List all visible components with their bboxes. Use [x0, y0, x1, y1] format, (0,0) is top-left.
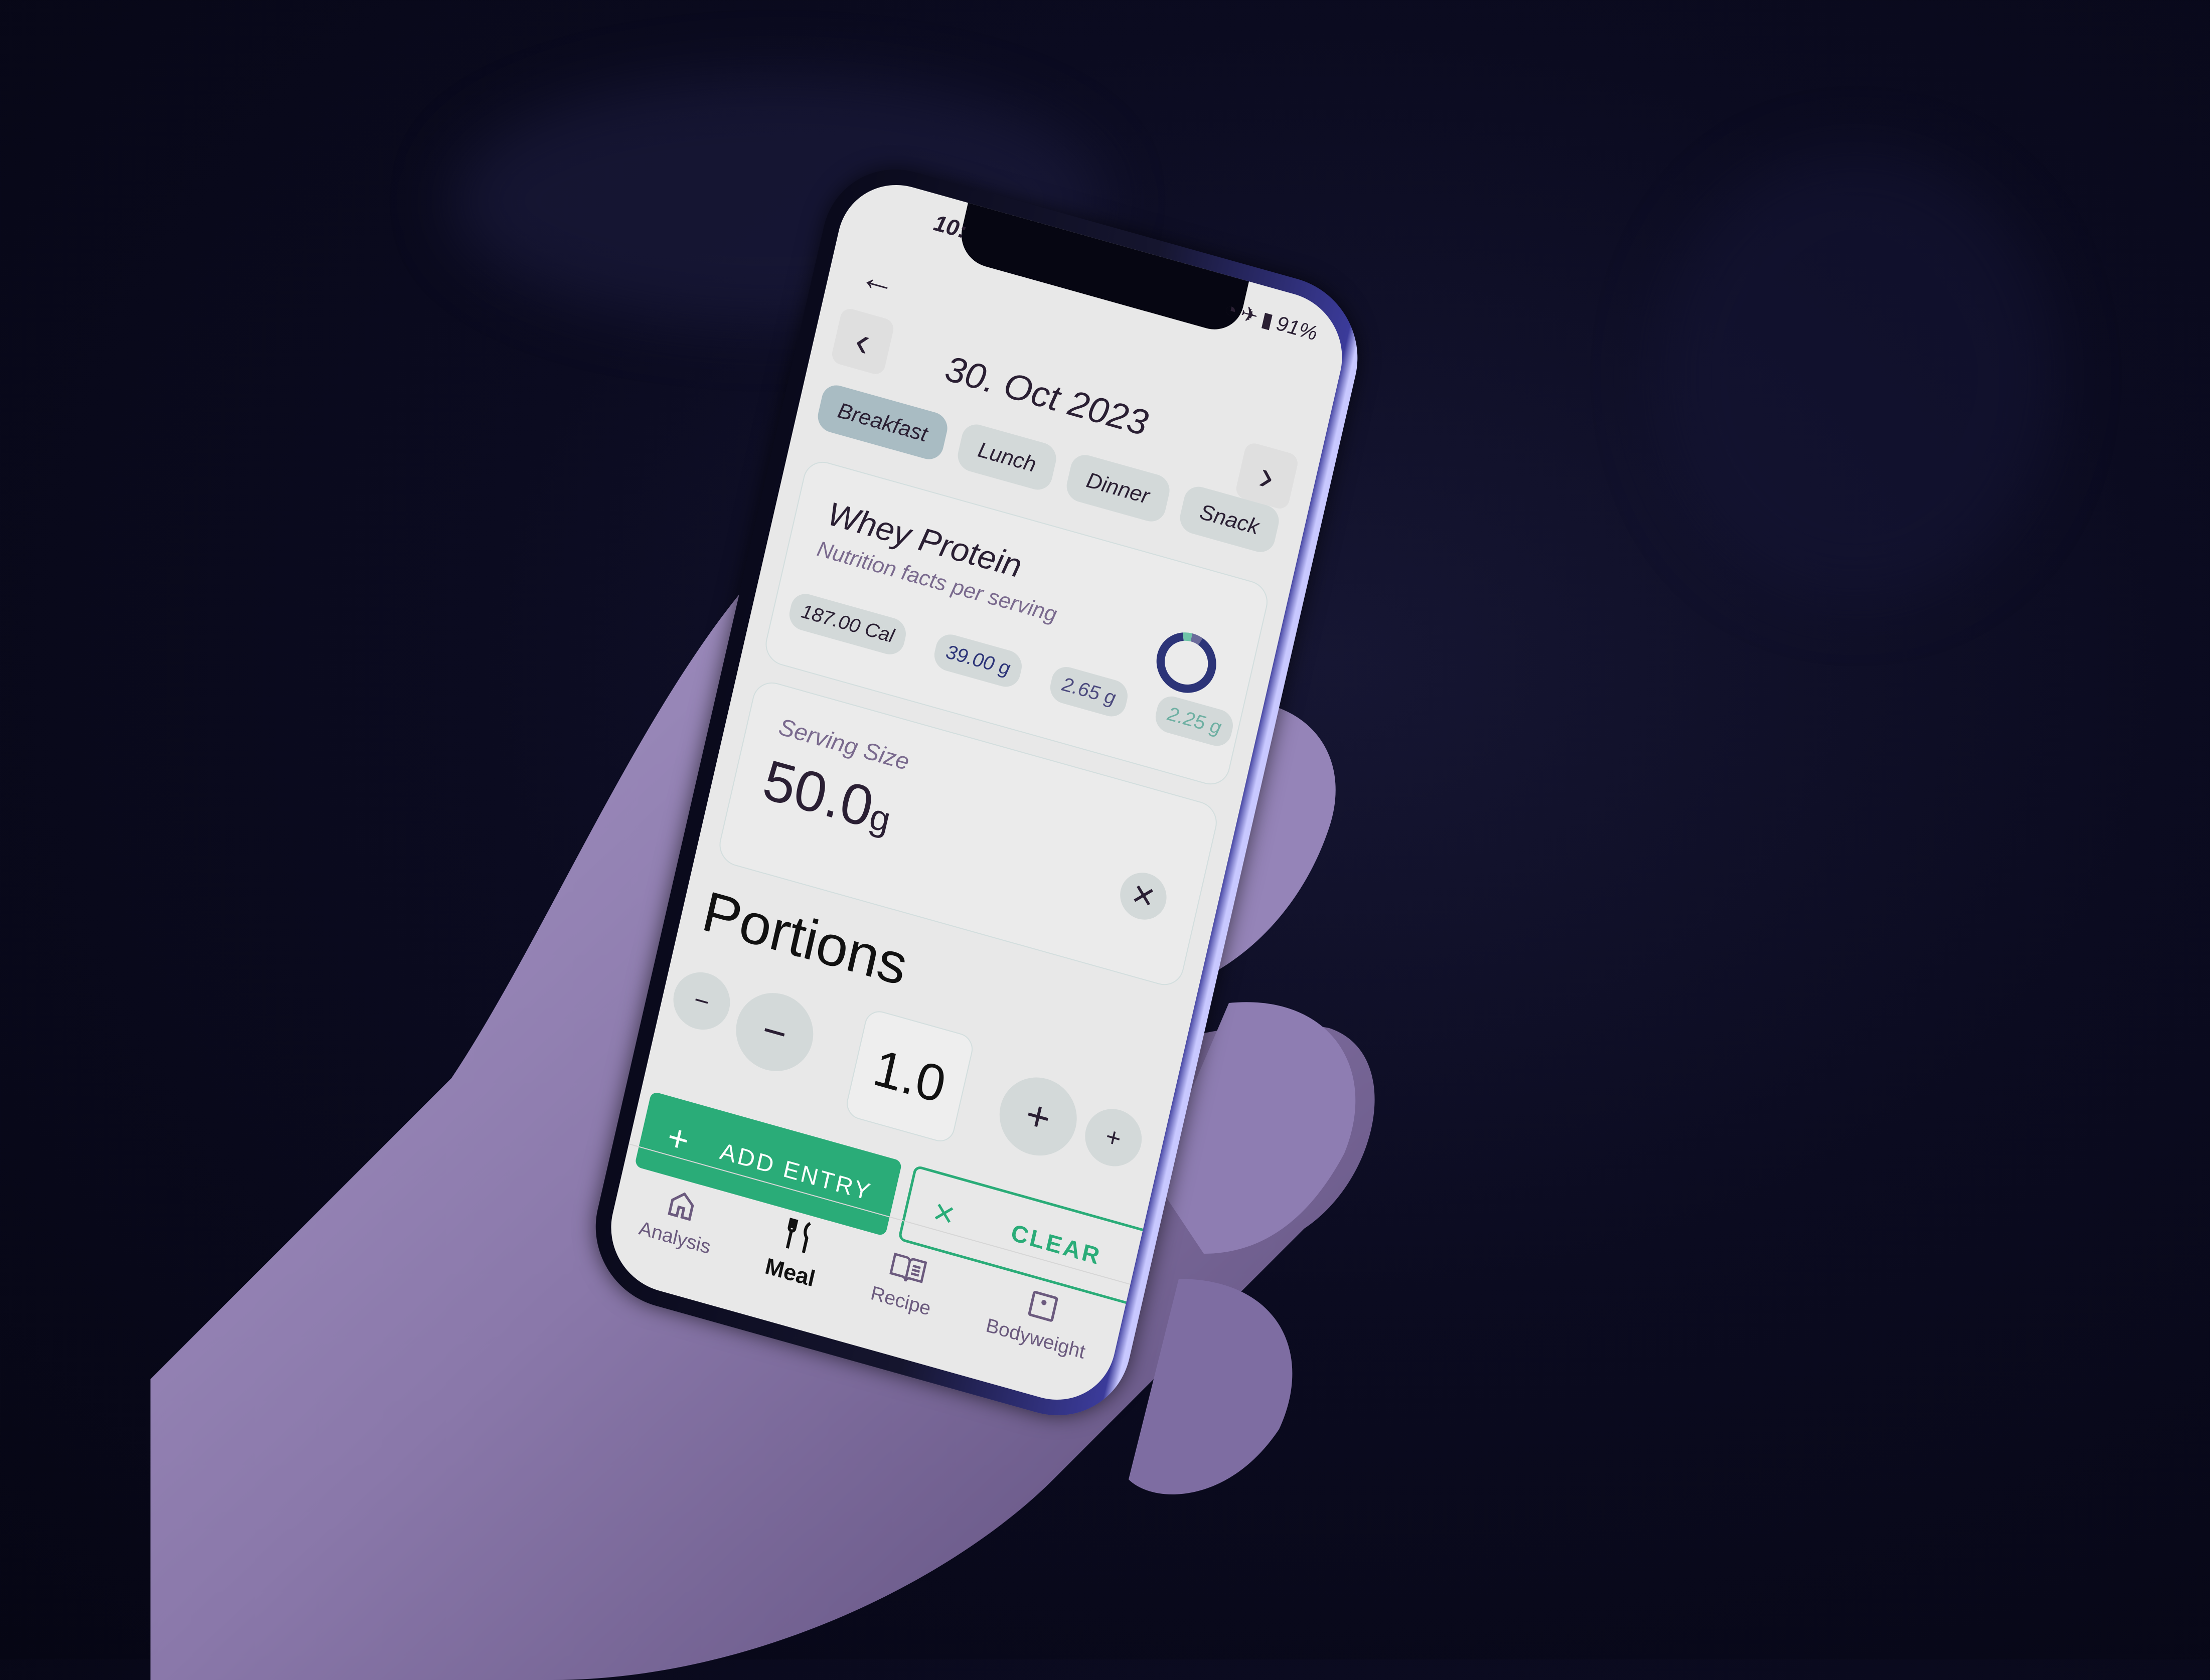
phone: 10: ◔ ✈ ▮ 91% ← ‹ 30. Oct 2023 › Breakfa…: [580, 151, 1373, 1434]
book-icon: [889, 1252, 927, 1283]
calories-chip: 187.00 Cal: [786, 590, 909, 658]
home-icon: [668, 1192, 695, 1221]
fat-chip: 2.25 g: [1153, 693, 1236, 750]
scale-icon: [1028, 1290, 1058, 1322]
nav-analysis[interactable]: Analysis: [637, 1180, 721, 1259]
chevron-right-icon: ›: [1255, 451, 1279, 500]
background-blur: [1655, 150, 2057, 602]
arrow-left-icon: ←: [856, 254, 901, 304]
nav-bodyweight-label: Bodyweight: [984, 1314, 1087, 1363]
nav-meal[interactable]: Meal: [762, 1211, 827, 1292]
clear-serving-button[interactable]: ✕: [1116, 867, 1171, 925]
nav-bodyweight[interactable]: Bodyweight: [984, 1277, 1095, 1364]
decrement-small-button[interactable]: −: [668, 965, 736, 1037]
nav-analysis-label: Analysis: [637, 1217, 713, 1258]
portion-value[interactable]: 1.0: [843, 1007, 976, 1145]
nav-recipe-label: Recipe: [868, 1282, 933, 1320]
nav-recipe[interactable]: Recipe: [869, 1245, 941, 1320]
plus-icon: +: [1102, 1121, 1124, 1154]
increment-small-button[interactable]: +: [1079, 1102, 1148, 1173]
back-button[interactable]: ←: [856, 254, 900, 304]
decrement-large-button[interactable]: −: [728, 984, 821, 1080]
status-time: 10:: [931, 210, 969, 244]
protein-chip: 39.00 g: [931, 630, 1025, 691]
close-icon: ✕: [1128, 877, 1159, 915]
airplane-icon: ✈: [1238, 301, 1260, 329]
carbs-chip: 2.65 g: [1047, 663, 1131, 720]
minus-icon: −: [757, 1006, 792, 1058]
donut-protein-segment: [1156, 632, 1216, 693]
previous-day-button[interactable]: ‹: [830, 306, 896, 377]
nav-meal-label: Meal: [762, 1253, 818, 1292]
fork-knife-icon: [785, 1218, 811, 1253]
battery-percent: 91%: [1274, 311, 1320, 345]
app-screen: 10: ◔ ✈ ▮ 91% ← ‹ 30. Oct 2023 › Breakfa…: [599, 171, 1354, 1414]
battery-icon: ▮: [1259, 307, 1276, 333]
plus-icon: +: [1021, 1090, 1055, 1142]
minus-icon: −: [691, 984, 712, 1018]
chevron-left-icon: ‹: [851, 317, 875, 366]
status-icons: ◔ ✈ ▮ 91%: [1222, 297, 1320, 346]
increment-large-button[interactable]: +: [992, 1068, 1084, 1165]
